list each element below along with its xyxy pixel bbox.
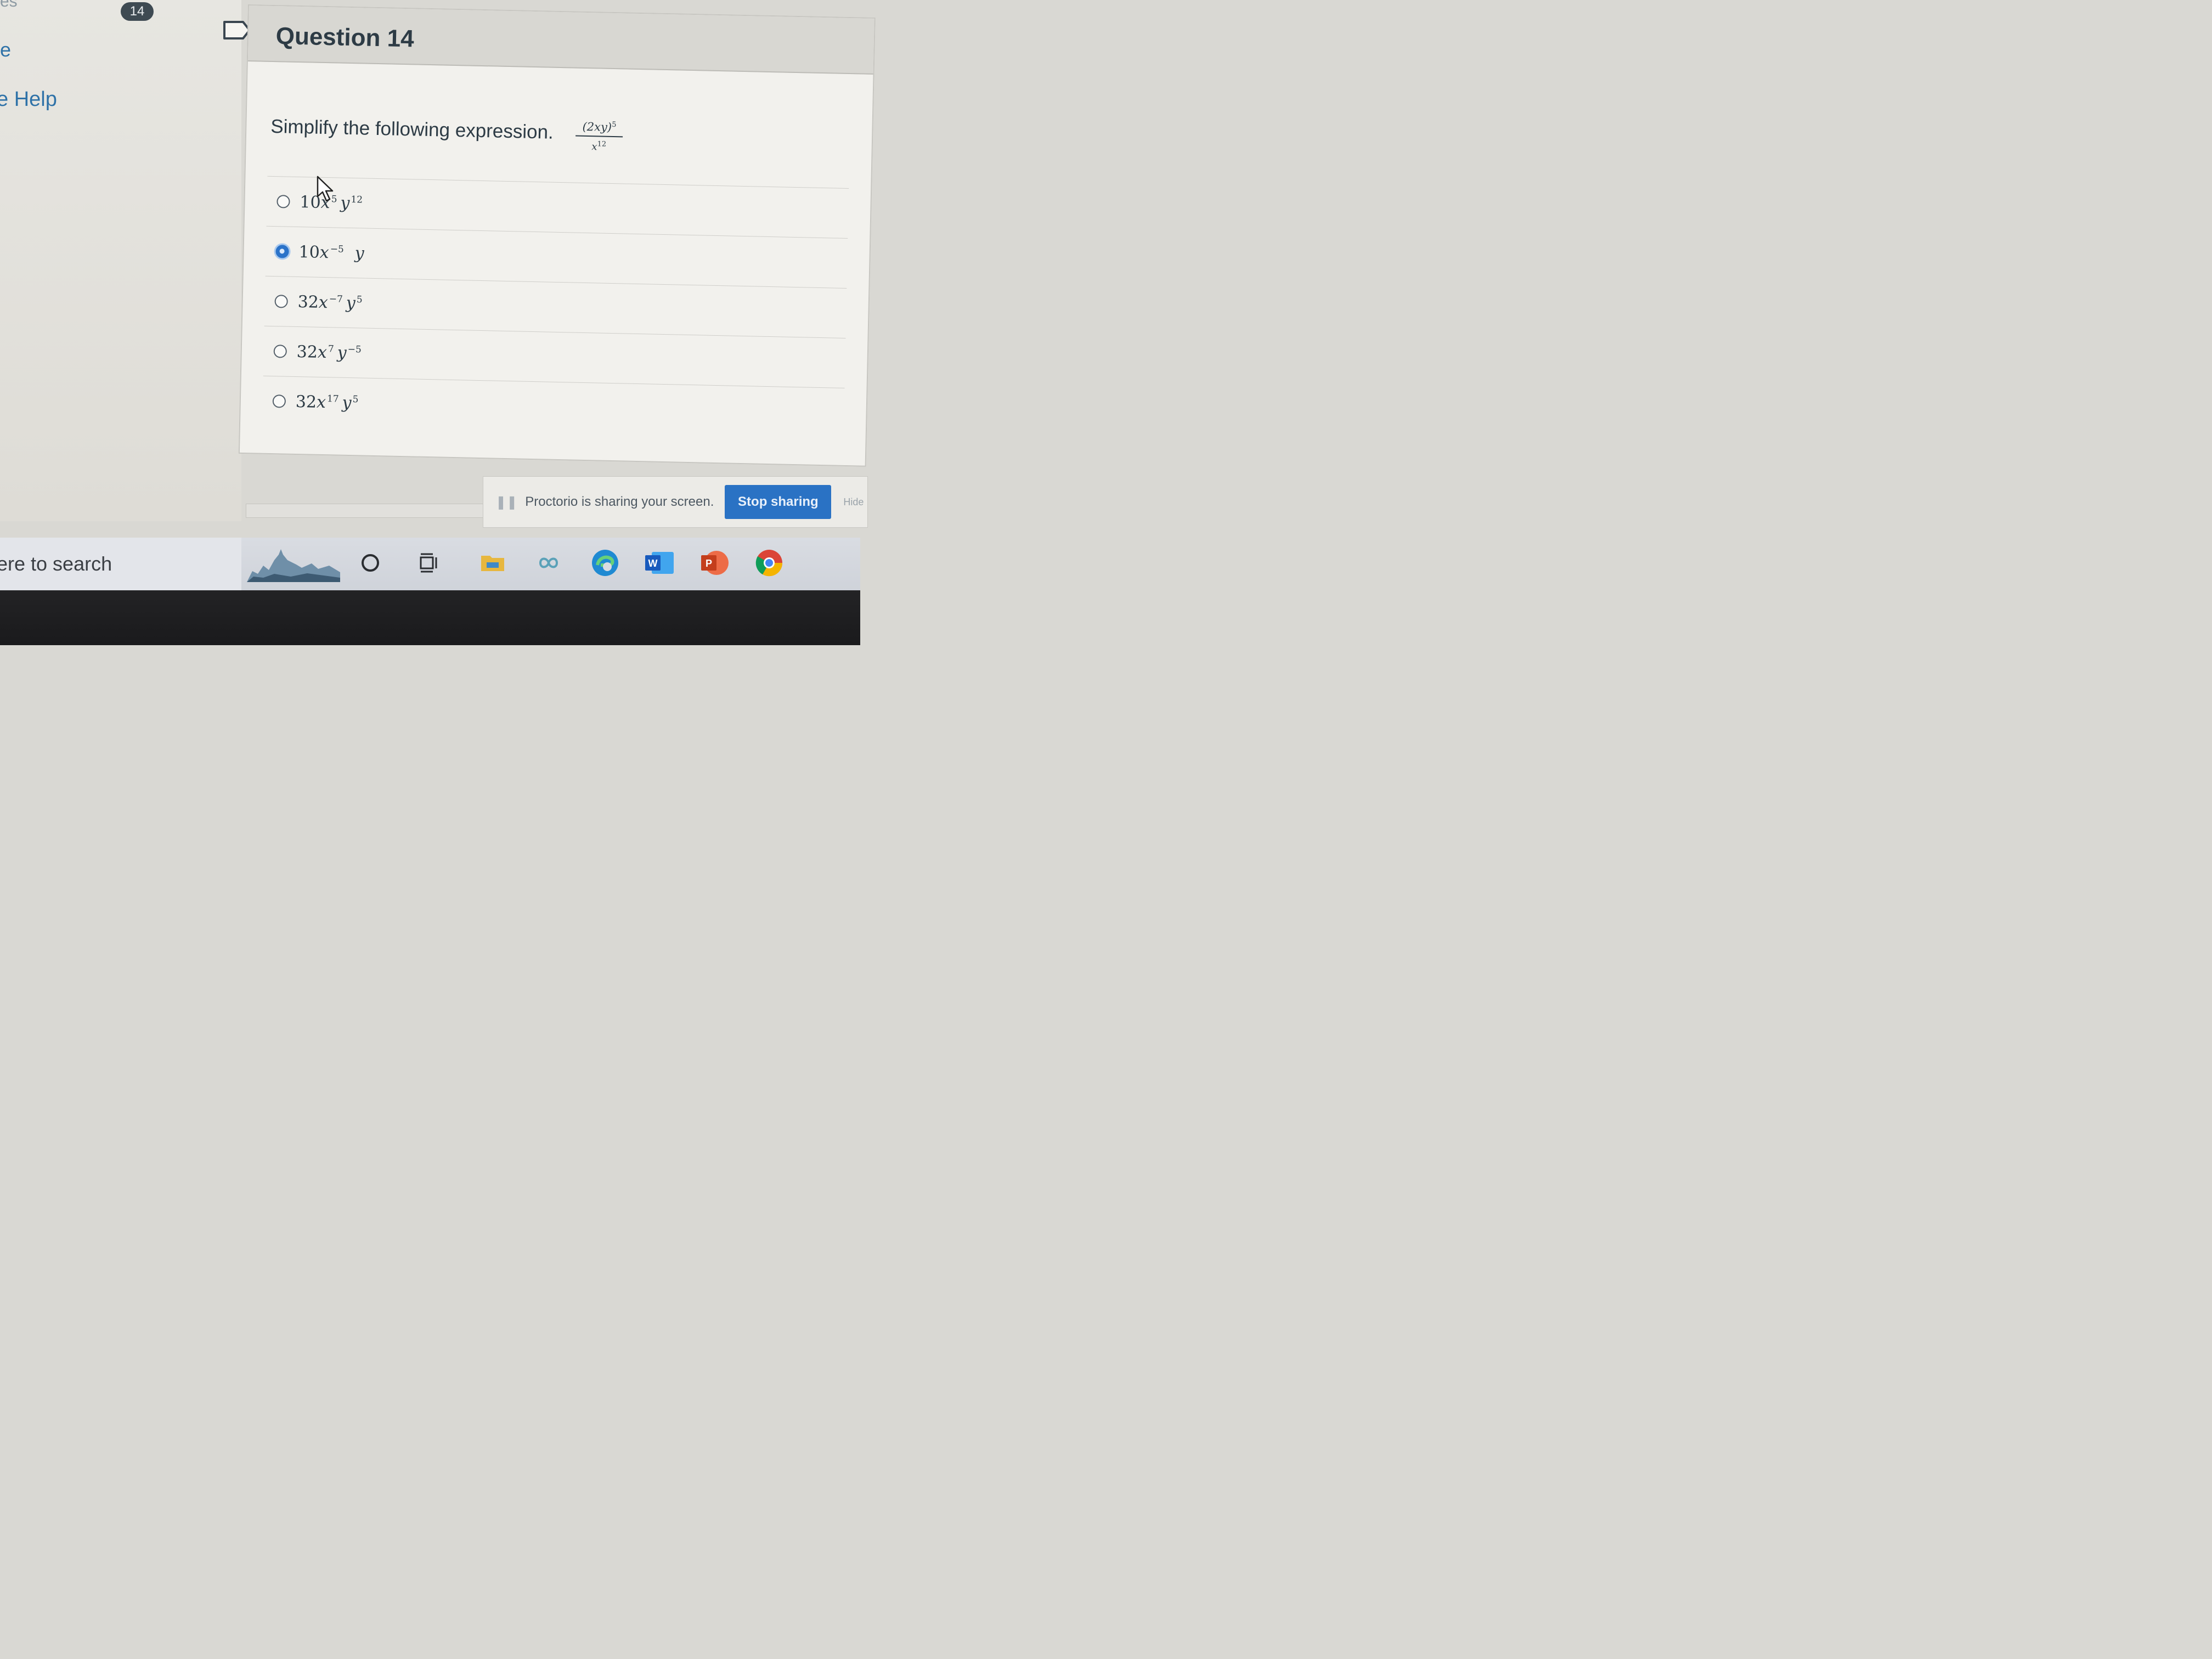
expression-numerator: (2xy)5 (575, 120, 623, 138)
question-prompt: Simplify the following expression. (270, 115, 554, 143)
denominator-exponent: 12 (597, 140, 607, 149)
radio-button[interactable] (273, 345, 287, 358)
svg-text:P: P (706, 558, 712, 569)
sidebar-item-partial[interactable]: e (0, 38, 11, 61)
answer-label: 32x17 y5 (295, 392, 359, 413)
file-explorer-icon[interactable] (476, 546, 509, 579)
course-sidebar: es 14 e e Help (0, 0, 251, 521)
answer-label: 32x−7 y5 (297, 292, 363, 313)
word-icon[interactable]: W (643, 546, 676, 579)
city-skyline-widget-icon[interactable] (247, 546, 340, 582)
powerpoint-icon[interactable]: P (698, 546, 731, 579)
task-view-icon[interactable] (413, 546, 445, 579)
horizontal-scrollbar[interactable] (246, 504, 484, 518)
search-placeholder: ere to search (0, 552, 112, 575)
numerator-exponent: 5 (611, 120, 617, 129)
windows-taskbar: ere to search W P (0, 538, 860, 590)
expression-denominator: x12 (575, 137, 623, 154)
sidebar-item-partial-top[interactable]: es (0, 0, 18, 11)
drag-handle-icon[interactable]: ❚❚ (495, 494, 517, 510)
question-header: Question 14 (247, 5, 874, 75)
mouse-cursor-icon (317, 176, 334, 202)
numerator-base: (2xy) (582, 120, 612, 134)
question-card: Question 14 Simplify the following expre… (238, 4, 876, 467)
taskbar-search-box[interactable]: ere to search (0, 538, 241, 590)
sidebar-item-help[interactable]: e Help (0, 88, 57, 111)
svg-text:W: W (648, 558, 658, 569)
fraction-expression: (2xy)5 x12 (575, 120, 623, 154)
radio-button[interactable] (276, 195, 290, 208)
hide-link[interactable]: Hide (843, 496, 864, 508)
stop-sharing-button[interactable]: Stop sharing (725, 485, 832, 519)
unread-count-badge: 14 (121, 2, 154, 21)
answer-list: 10x5 y12 10x−5 y 32x−7 y5 32x7 y−5 32x17 y5 (262, 176, 849, 438)
radio-button[interactable] (274, 295, 288, 308)
answer-label: 32x7 y−5 (296, 342, 362, 363)
radio-button[interactable] (272, 394, 286, 408)
answer-label: 10x−5 y (298, 242, 365, 263)
denominator-base: x (591, 141, 597, 153)
share-message: Proctorio is sharing your screen. (525, 494, 714, 509)
edge-icon[interactable] (589, 546, 622, 579)
infinity-app-icon[interactable] (532, 546, 565, 579)
radio-button-selected[interactable] (275, 245, 289, 258)
cortana-icon[interactable] (354, 546, 387, 579)
question-title: Question 14 (275, 22, 415, 53)
chrome-icon[interactable] (753, 546, 786, 579)
monitor-bezel (0, 590, 860, 645)
screen-share-notification: ❚❚ Proctorio is sharing your screen. Sto… (483, 476, 868, 528)
